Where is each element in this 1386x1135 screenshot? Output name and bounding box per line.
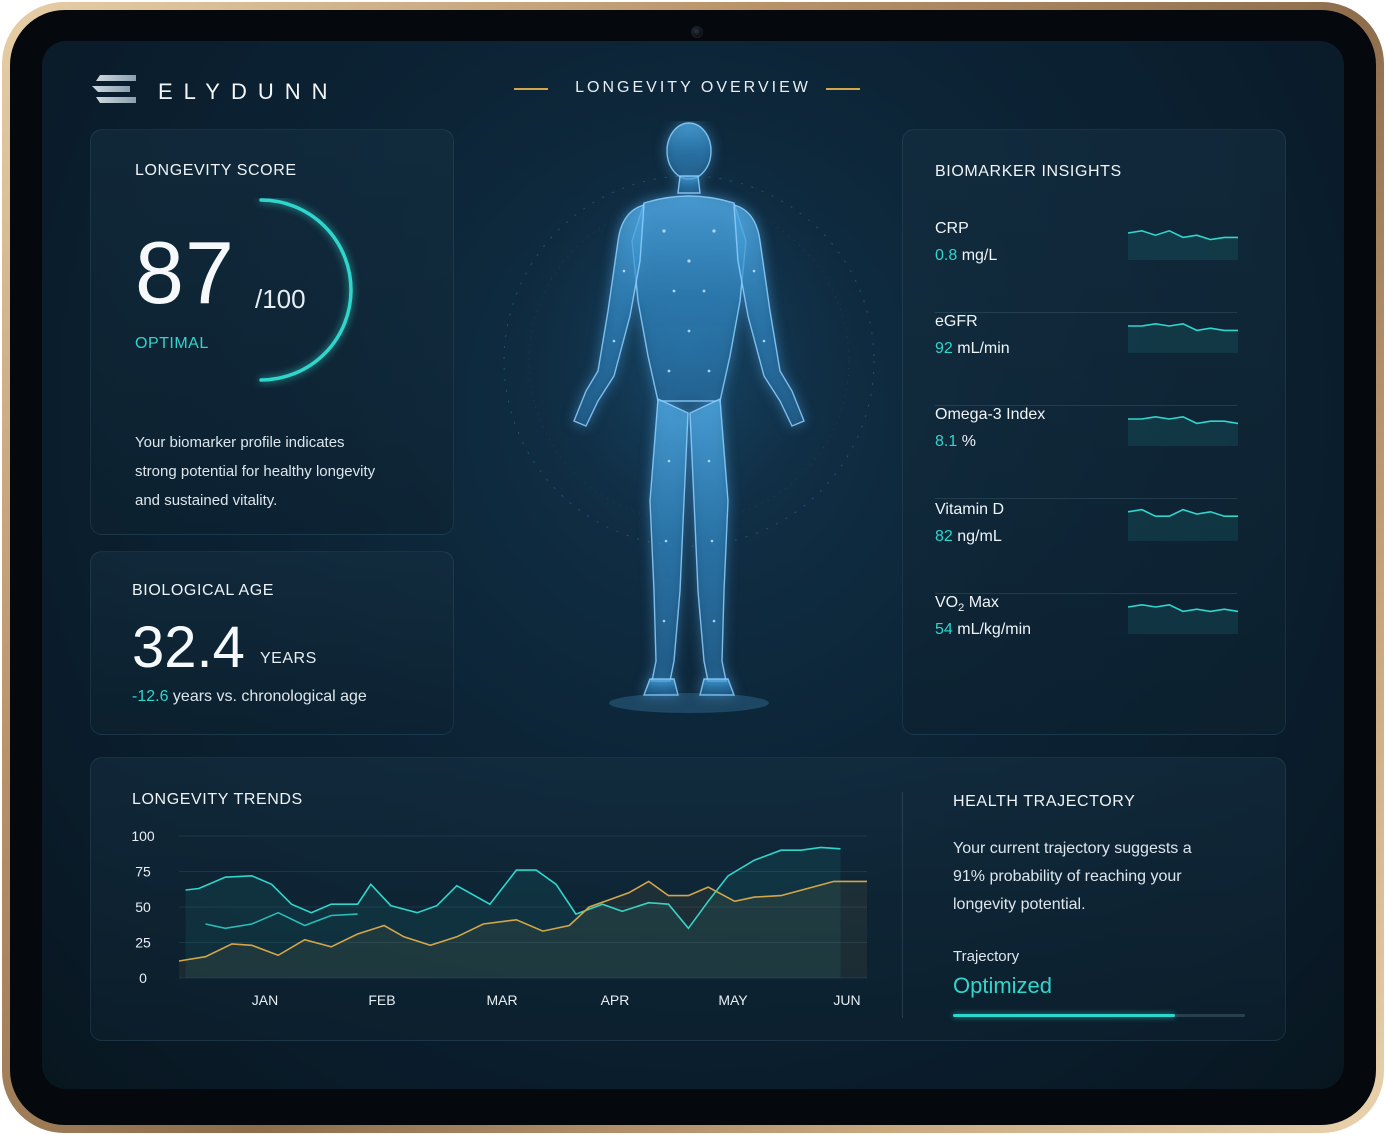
trajectory-value: Optimized	[953, 973, 1053, 998]
age-diff-text: years vs. chronological age	[168, 688, 367, 705]
camera-icon	[691, 26, 703, 38]
y-tick-label: 25	[135, 935, 151, 951]
biomarker-sparkline	[1127, 229, 1238, 260]
biomarker-item-vitamin-d[interactable]: Vitamin D 82 ng/mL	[935, 501, 1238, 594]
page-title: LONGEVITY OVERVIEW	[575, 79, 811, 96]
biological-age-card[interactable]: BIOLOGICAL AGE 32.4 YEARS -12.6 years vs…	[90, 551, 454, 735]
x-tick-label: JAN	[252, 992, 278, 1008]
x-tick-label: MAY	[718, 992, 748, 1008]
biomarker-name-suffix: Max	[964, 594, 999, 611]
biomarker-sparkline	[1128, 415, 1239, 446]
biomarker-name-text: Omega-3 Index	[935, 406, 1046, 423]
biomarker-value: 8.1 %	[935, 433, 976, 451]
biomarker-insights-card[interactable]: BIOMARKER INSIGHTS CRP 0.8 mg/L eGFR 92 …	[902, 129, 1286, 735]
biomarker-value-unit: mg/L	[957, 247, 998, 264]
biomarker-name-text: CRP	[935, 220, 969, 237]
biomarker-sparkline	[1128, 322, 1238, 353]
trajectory-sub-label: Trajectory	[953, 948, 1020, 965]
biomarker-name-text: VO	[935, 594, 959, 611]
biomarker-name: Omega-3 Index	[935, 406, 1045, 424]
longevity-score-max: /100	[255, 284, 306, 314]
biomarker-value: 92 mL/min	[935, 340, 1010, 358]
sparkline-area	[1128, 230, 1238, 260]
divider	[935, 498, 1237, 499]
biomarker-value-number: 8.1	[935, 433, 958, 450]
longevity-score-description: Your biomarker profile indicates strong …	[135, 434, 376, 509]
biomarker-value-unit: ng/mL	[952, 528, 1002, 545]
biomarker-sparkline	[1127, 508, 1238, 541]
biomarker-value-unit: %	[957, 433, 976, 450]
biological-age-unit: YEARS	[260, 650, 317, 667]
x-tick-label: FEB	[368, 992, 395, 1008]
longevity-score-status: OPTIMAL	[135, 335, 209, 352]
x-tick-label: JUN	[833, 992, 860, 1008]
y-tick-label: 75	[135, 864, 151, 880]
health-trajectory-description: Your current trajectory suggests a 91% p…	[953, 840, 1192, 913]
biomarker-name-text: Vitamin D	[935, 501, 1005, 518]
biomarker-value-number: 92	[935, 340, 953, 357]
biomarker-name: eGFR	[935, 313, 978, 331]
dashboard-screen: ELYDUNN LONGEVITY OVERVIEW LONGEVITY SCO…	[42, 41, 1344, 1089]
biomarker-name: CRP	[935, 220, 969, 238]
biomarker-name: VO2 Max	[935, 594, 999, 614]
header-right-rule	[826, 88, 860, 90]
longevity-trends-chart: 100 75 50 25 0 JAN FEB MAR APR MAY JUN	[131, 828, 867, 1008]
biomarker-item-crp[interactable]: CRP 0.8 mg/L	[935, 220, 1238, 313]
biological-age-label: BIOLOGICAL AGE	[132, 582, 275, 599]
biomarker-value-number: 54	[935, 621, 953, 638]
longevity-trends-card[interactable]: LONGEVITY TRENDS 100 75 50 25 0 JAN FEB MAR APR M…	[90, 757, 1286, 1041]
biomarker-value: 82 ng/mL	[935, 528, 1002, 546]
biomarker-value-unit: mL/kg/min	[952, 621, 1032, 638]
health-trajectory-label: HEALTH TRAJECTORY	[953, 793, 1136, 810]
sparkline-area	[1128, 323, 1238, 353]
trajectory-progress-bar	[953, 1014, 1245, 1017]
age-diff-value: -12.6	[132, 688, 169, 705]
biomarker-value-number: 0.8	[935, 247, 958, 264]
section-divider	[902, 792, 903, 1018]
y-tick-label: 50	[135, 899, 151, 915]
y-tick-label: 0	[139, 970, 147, 986]
biomarker-item-egfr[interactable]: eGFR 92 mL/min	[935, 313, 1238, 406]
longevity-score-label: LONGEVITY SCORE	[135, 162, 297, 179]
longevity-score-card[interactable]: LONGEVITY SCORE 87 /100 OPTIMAL Your bio…	[90, 129, 454, 535]
x-tick-label: MAR	[486, 992, 517, 1008]
biomarker-value: 54 mL/kg/min	[935, 621, 1031, 639]
biomarker-sparkline	[1127, 603, 1239, 634]
biomarker-name-text: eGFR	[935, 313, 978, 330]
biomarker-value-number: 82	[935, 528, 953, 545]
biomarker-item-omega3[interactable]: Omega-3 Index 8.1 %	[935, 406, 1239, 499]
sparkline-area	[1128, 509, 1238, 541]
biomarker-item-vo2-max[interactable]: VO2 Max 54 mL/kg/min	[935, 594, 1239, 687]
human-body-illustration	[499, 122, 879, 713]
biological-age-value: 32.4	[132, 615, 245, 680]
y-tick-label: 100	[131, 828, 155, 844]
biomarker-value-unit: mL/min	[952, 340, 1010, 357]
longevity-score-value: 87	[135, 223, 235, 322]
biomarker-insights-label: BIOMARKER INSIGHTS	[935, 163, 1122, 180]
x-tick-label: APR	[601, 992, 630, 1008]
trajectory-progress-fill	[953, 1014, 1175, 1017]
biomarker-name: Vitamin D	[935, 501, 1004, 519]
biological-age-difference: -12.6 years vs. chronological age	[132, 688, 367, 706]
biomarker-value: 0.8 mg/L	[935, 247, 997, 265]
